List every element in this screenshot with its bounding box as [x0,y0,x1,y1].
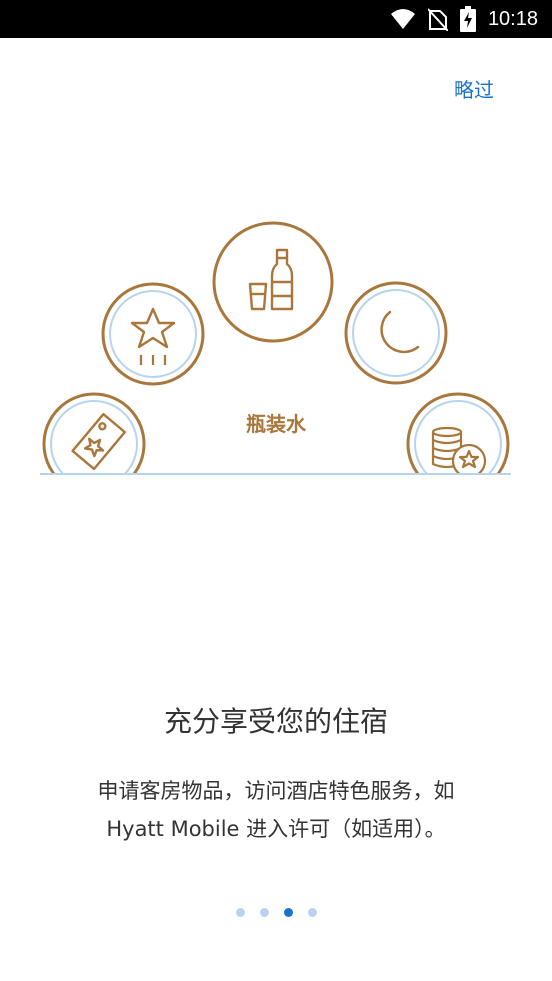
no-sim-icon [427,8,448,31]
description-line-2: Hyatt Mobile 进入许可（如适用）。 [106,817,446,841]
status-bar: 10:18 [0,0,552,38]
description-line-1: 申请客房物品，访问酒店特色服务，如 [97,779,455,803]
page-dot-4[interactable] [307,908,317,917]
battery-charging-icon [459,6,476,32]
star-icon[interactable] [101,282,205,386]
amenity-carousel[interactable] [0,200,552,500]
page-dot-1[interactable] [235,908,245,917]
selected-amenity-label: 瓶装水 [246,412,306,436]
page-dot-3-active[interactable] [283,908,293,917]
water-bottle-icon[interactable] [212,221,334,343]
skip-button[interactable]: 略过 [454,74,494,103]
status-time: 10:18 [487,7,538,30]
onboarding-title: 充分享受您的住宿 [163,705,388,738]
onboarding-description: 申请客房物品，访问酒店特色服务，如 Hyatt Mobile 进入许可（如适用）… [40,772,512,848]
page-dot-2[interactable] [259,908,269,917]
page-indicator [0,908,552,917]
wifi-icon [390,9,415,29]
status-icons: 10:18 [390,0,538,38]
moon-icon[interactable] [344,281,448,385]
